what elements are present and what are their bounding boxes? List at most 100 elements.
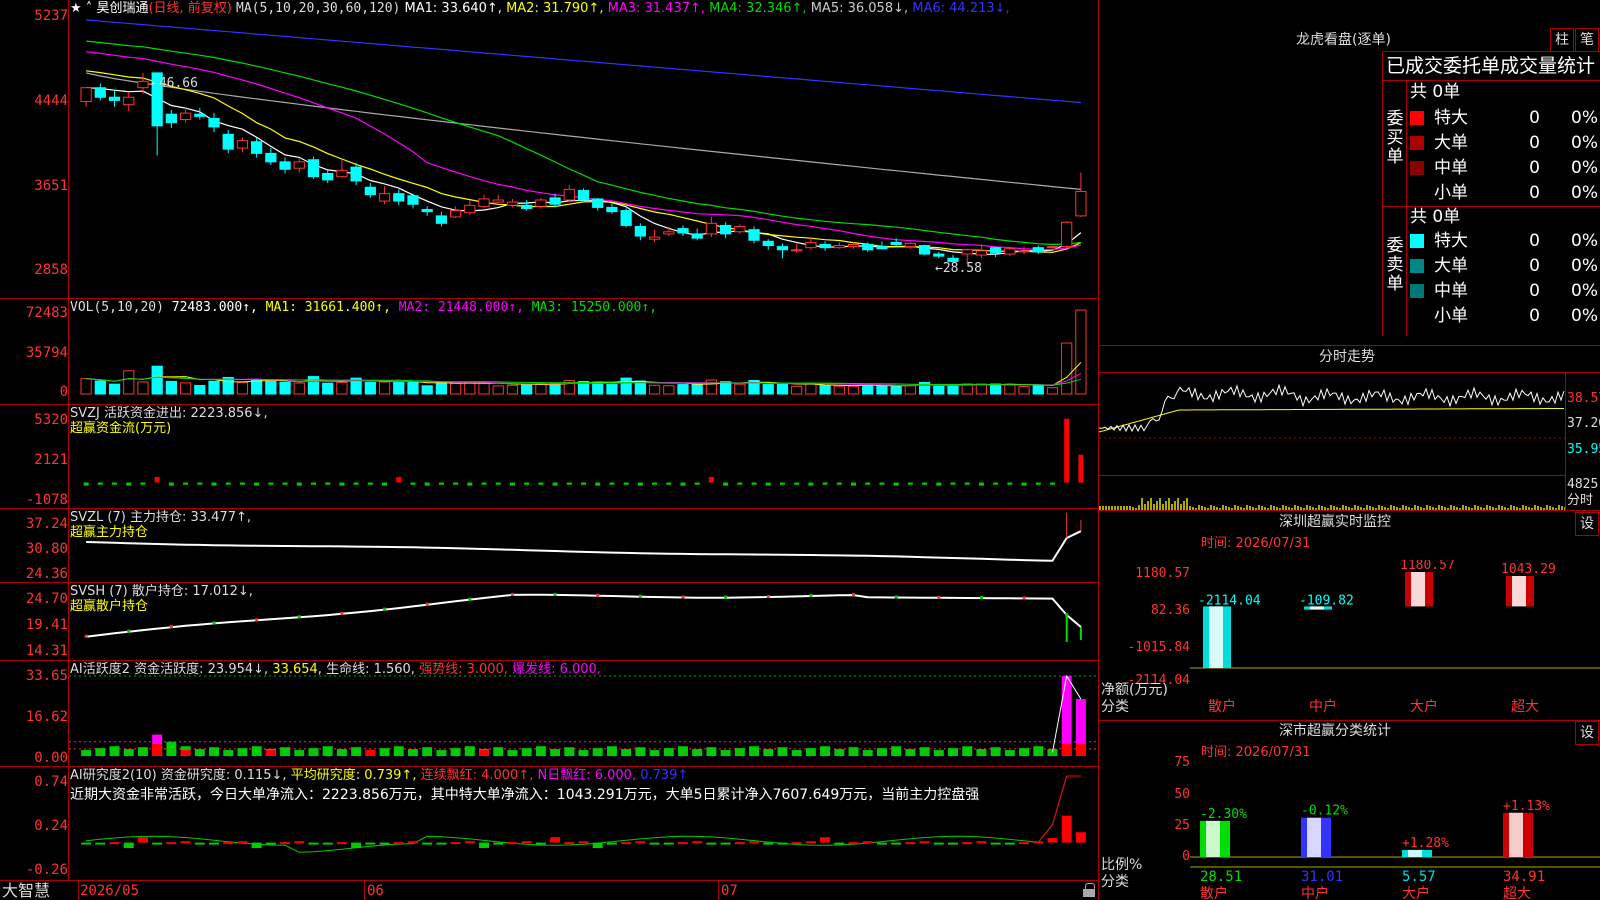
volume-bar [648, 384, 661, 395]
svzl-y-axis: 37.24 30.80 24.36 [0, 508, 68, 582]
svzj-bar [652, 482, 658, 485]
ai-active-chart-canvas[interactable] [69, 660, 1098, 766]
ai-active-bar [123, 749, 134, 756]
svzj-bar [566, 482, 572, 485]
volume-bar [336, 381, 348, 395]
class-category: 中户 [1301, 885, 1329, 900]
ai-research-chart-canvas[interactable] [69, 766, 1098, 880]
ai-research-bar [763, 842, 774, 845]
svsh-dot [894, 595, 898, 599]
y-tick: 33.65 [25, 668, 68, 684]
ai-research-bar [294, 841, 305, 844]
low-label: ←28.58 [935, 261, 982, 276]
volume-bar [165, 380, 177, 395]
ai-active-bar [450, 748, 461, 756]
stroke-view-button[interactable]: 笔 [1575, 28, 1599, 52]
ai-research-bar [777, 842, 788, 845]
ai-research-bar [820, 837, 831, 843]
intraday-divider-top [1098, 345, 1600, 346]
ai-active-bar [464, 746, 475, 756]
intraday-volume-bar [1174, 501, 1176, 510]
svzj-bar [325, 482, 331, 485]
monitor-cat-label: 分类 [1101, 699, 1129, 715]
ai-active-bar [1061, 676, 1072, 756]
ma4-line [86, 40, 1081, 246]
ai-research-bar [493, 842, 504, 845]
class-change: +1.13% [1503, 799, 1550, 814]
class-cat-label: 分类 [1101, 874, 1129, 890]
candle-body [279, 161, 291, 170]
ai-research-bar [621, 842, 632, 845]
volume-bar [1004, 383, 1016, 395]
pillar-view-button[interactable]: 柱 [1550, 28, 1574, 52]
intraday-volume-bar [1183, 501, 1185, 510]
svzj-chart-canvas[interactable] [69, 404, 1098, 508]
svsh-dot [1022, 596, 1026, 600]
candle-body [648, 236, 661, 240]
ai-active-bar [535, 746, 546, 756]
ai-research-bar [535, 842, 546, 845]
svzj-bar [765, 482, 771, 486]
ai-research-bar [663, 842, 674, 845]
candle-body [137, 80, 149, 89]
candle-body [890, 241, 902, 245]
candle-body [904, 242, 916, 248]
price-chart-canvas[interactable]: ←46.66 ←28.58 [69, 0, 1098, 298]
row-label: 中单 [1434, 281, 1468, 301]
volume-bar [307, 376, 320, 395]
candle-body [549, 197, 561, 205]
y-tick: 72483 [25, 305, 68, 321]
ai-active-bar [891, 746, 902, 756]
date-label: 07 [721, 883, 738, 899]
svzj-bar [978, 482, 984, 486]
row-label: 小单 [1434, 306, 1468, 326]
ai-active-bar [379, 748, 390, 756]
class-divider-top [1098, 720, 1600, 721]
date-tick [364, 880, 365, 900]
ai-active-bar [592, 748, 603, 756]
candle-body [492, 199, 504, 203]
candle-body [1004, 248, 1016, 255]
y-tick: 75 [1174, 755, 1190, 770]
volume-bar [364, 381, 376, 395]
svsh-y-axis: 24.70 19.41 14.31 [0, 582, 68, 660]
monitor-chart-canvas[interactable]: -2114.04 散户 -109.82 中户 1180.57 大户 1043.29 超大 [1190, 560, 1600, 720]
ai-research-bar [1061, 815, 1072, 843]
ai-active-bar [990, 747, 1001, 756]
buy-side-label: 委买单 [1386, 109, 1404, 167]
ai-research-bar [436, 842, 447, 845]
svzj-bar [680, 482, 686, 486]
candle-body [208, 117, 220, 128]
ai-active-bar [294, 750, 305, 756]
sell-total: 共 0单 [1410, 207, 1461, 227]
svzj-bar [822, 482, 828, 485]
svsh-chart-canvas[interactable] [69, 582, 1098, 660]
row-count: 0 [1529, 256, 1540, 276]
svzl-chart-canvas[interactable] [69, 508, 1098, 582]
class-settings-button[interactable]: 设 [1575, 721, 1599, 745]
ai-research-bar [948, 842, 958, 845]
svzj-bar [353, 482, 359, 485]
intraday-chart-canvas[interactable] [1099, 372, 1565, 510]
ai-research-bar [464, 841, 475, 844]
row-label: 大单 [1434, 133, 1468, 153]
svsh-dot [766, 595, 770, 599]
candle-body [1046, 246, 1059, 249]
class-chart-canvas[interactable]: -2.30% 28.51散户 -0.12% 31.01中户 +1.28% 5.57大户 +1… [1190, 755, 1600, 900]
monitor-settings-button[interactable]: 设 [1575, 512, 1599, 536]
svzj-bar [282, 482, 288, 485]
candle-body [350, 166, 362, 182]
y-tick: 2121 [34, 452, 68, 468]
row-percent: 0% [1571, 231, 1598, 251]
svsh-line [85, 593, 1082, 638]
candle-body [663, 231, 675, 235]
row-label: 中单 [1434, 158, 1468, 178]
monitor-value: 1043.29 [1501, 562, 1556, 577]
ai-active-bar [805, 748, 816, 756]
buy-total: 共 0单 [1410, 82, 1461, 102]
ai-research-bar [791, 842, 802, 845]
stats-left-border [1382, 51, 1383, 336]
volume-chart-canvas[interactable] [69, 298, 1098, 404]
volume-bar [876, 385, 888, 395]
svzj-bar [168, 482, 174, 486]
